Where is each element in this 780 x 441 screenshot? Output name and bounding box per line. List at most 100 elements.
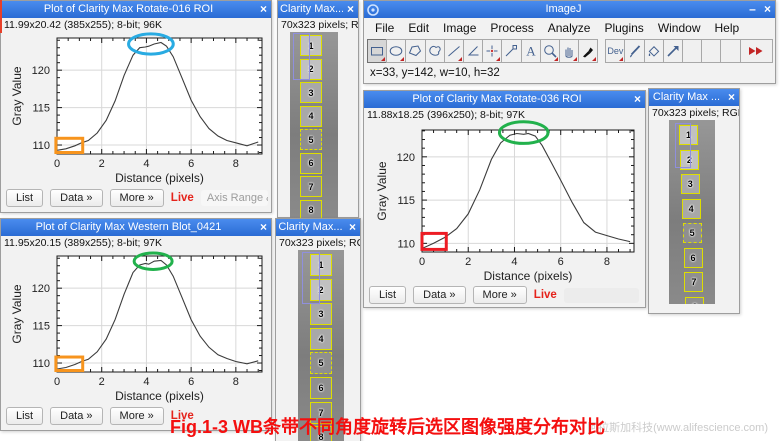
tool-rectangle-button[interactable]	[367, 39, 387, 63]
menu-edit[interactable]: Edit	[401, 21, 436, 35]
axis-text: 115	[32, 321, 50, 333]
image-info: 70x323 pixels; RGB;	[278, 18, 358, 32]
tool-freehand-button[interactable]	[425, 39, 445, 63]
close-icon[interactable]: ×	[724, 89, 739, 106]
window-clarity-max-1: Clarity Max... × 70x323 pixels; RGB; 123…	[277, 0, 359, 218]
close-icon[interactable]: ×	[343, 1, 358, 18]
band-number: 6	[308, 158, 313, 168]
tool-empty-button[interactable]	[682, 39, 702, 63]
axis-text: 115	[32, 103, 50, 115]
band-roi-box[interactable]: 3	[300, 82, 322, 103]
tool-hand-button[interactable]	[559, 39, 579, 63]
band-roi-box[interactable]: 6	[310, 377, 332, 399]
list-button[interactable]: List	[6, 407, 43, 425]
tool-arrow-button[interactable]	[663, 39, 683, 63]
window-title: ImageJ	[382, 1, 745, 18]
more-button[interactable]: More »	[110, 189, 164, 207]
button-bar-filler	[564, 288, 639, 303]
tool-flood-fill-button[interactable]	[644, 39, 664, 63]
freehand-icon	[427, 43, 443, 59]
gel-lane-image[interactable]: 12345678	[669, 120, 715, 304]
list-button[interactable]: List	[369, 286, 406, 304]
titlebar[interactable]: Plot of Clarity Max Rotate-016 ROI ×	[1, 1, 271, 18]
band-roi-box[interactable]: 5	[310, 352, 332, 374]
band-roi-box[interactable]: 8	[685, 297, 704, 305]
gel-lane-image[interactable]: 12345678	[290, 32, 338, 218]
close-icon[interactable]: ×	[256, 1, 271, 18]
tool-wand-button[interactable]	[501, 39, 521, 63]
y-axis-label: Gray Value	[375, 161, 389, 220]
live-button[interactable]: Live	[534, 289, 557, 301]
band-roi-box[interactable]: 6	[684, 248, 703, 268]
axis-text: 8	[233, 376, 239, 388]
band-number: 5	[308, 135, 313, 145]
tool-empty-button[interactable]	[701, 39, 721, 63]
titlebar[interactable]: Plot of Clarity Max Rotate-036 ROI ×	[364, 91, 645, 108]
band-roi-box[interactable]: 5	[683, 223, 702, 243]
band-roi-box[interactable]: 3	[310, 303, 332, 325]
titlebar[interactable]: Clarity Max... ×	[278, 1, 358, 18]
tool-line-button[interactable]	[444, 39, 464, 63]
tool-magnifier-button[interactable]	[540, 39, 560, 63]
band-roi-box[interactable]: 6	[300, 153, 322, 174]
titlebar[interactable]: ImageJ – ×	[364, 1, 775, 18]
band-number: 6	[690, 253, 695, 263]
close-icon[interactable]: ×	[630, 91, 645, 108]
band-roi-box[interactable]: 7	[684, 272, 703, 292]
close-icon[interactable]: ×	[760, 1, 775, 18]
data-button[interactable]: Data »	[50, 407, 102, 425]
tool-color-picker-button[interactable]	[578, 39, 598, 63]
window-plot-westernblot: Plot of Clarity Max Western Blot_0421 × …	[0, 218, 272, 431]
band-number: 4	[318, 334, 323, 344]
x-axis-label: Distance (pixels)	[115, 389, 204, 403]
tool-polygon-button[interactable]	[405, 39, 425, 63]
tool-text-button[interactable]: A	[521, 39, 541, 63]
band-number: 8	[308, 205, 313, 215]
tool-more-tools-button[interactable]	[740, 39, 773, 63]
tool-dev-button[interactable]: Dev	[605, 39, 625, 63]
titlebar[interactable]: Clarity Max ... ×	[649, 89, 739, 106]
band-number: 4	[308, 111, 313, 121]
close-icon[interactable]: ×	[345, 219, 360, 236]
menu-file[interactable]: File	[368, 21, 401, 35]
tool-empty-button[interactable]	[720, 39, 740, 63]
band-roi-box[interactable]: 4	[300, 106, 322, 127]
band-roi-box[interactable]: 5	[300, 129, 322, 150]
x-axis-label: Distance (pixels)	[484, 269, 573, 283]
band-roi-box[interactable]: 8	[300, 200, 322, 219]
tool-paintbrush-button[interactable]	[624, 39, 644, 63]
axis-text: 120	[32, 283, 50, 295]
axis-text: 8	[604, 256, 610, 268]
menu-help[interactable]: Help	[708, 21, 747, 35]
menu-plugins[interactable]: Plugins	[597, 21, 650, 35]
list-button[interactable]: List	[6, 189, 43, 207]
data-button[interactable]: Data »	[50, 189, 102, 207]
titlebar[interactable]: Clarity Max... ×	[276, 219, 360, 236]
minimize-icon[interactable]: –	[745, 1, 760, 18]
more-button[interactable]: More »	[110, 407, 164, 425]
live-button[interactable]: Live	[171, 192, 194, 204]
tool-angle-button[interactable]	[463, 39, 483, 63]
band-roi-box[interactable]: 4	[682, 199, 701, 219]
band-roi-box[interactable]: 3	[681, 174, 700, 194]
window-plot-rotate036: Plot of Clarity Max Rotate-036 ROI × 11.…	[363, 90, 646, 308]
close-icon[interactable]: ×	[256, 219, 271, 236]
titlebar[interactable]: Plot of Clarity Max Western Blot_0421 ×	[1, 219, 271, 236]
menu-process[interactable]: Process	[483, 21, 540, 35]
band-roi-box[interactable]: 4	[310, 328, 332, 350]
band-roi-box[interactable]: 7	[300, 176, 322, 197]
selection-roi-box	[293, 33, 310, 80]
menu-analyze[interactable]: Analyze	[541, 21, 598, 35]
band-number: 6	[318, 383, 323, 393]
band-number: 4	[689, 204, 694, 214]
axis-text: 4	[143, 376, 149, 388]
profile-plot: 02468110115120Distance (pixels)Gray Valu…	[2, 32, 272, 187]
tool-oval-button[interactable]	[386, 39, 406, 63]
data-button[interactable]: Data »	[413, 286, 465, 304]
more-button[interactable]: More »	[473, 286, 527, 304]
menu-window[interactable]: Window	[651, 21, 708, 35]
tool-point-button[interactable]	[482, 39, 502, 63]
window-title: Clarity Max ...	[649, 89, 724, 106]
x-axis-label: Distance (pixels)	[115, 171, 204, 185]
menu-image[interactable]: Image	[436, 21, 483, 35]
